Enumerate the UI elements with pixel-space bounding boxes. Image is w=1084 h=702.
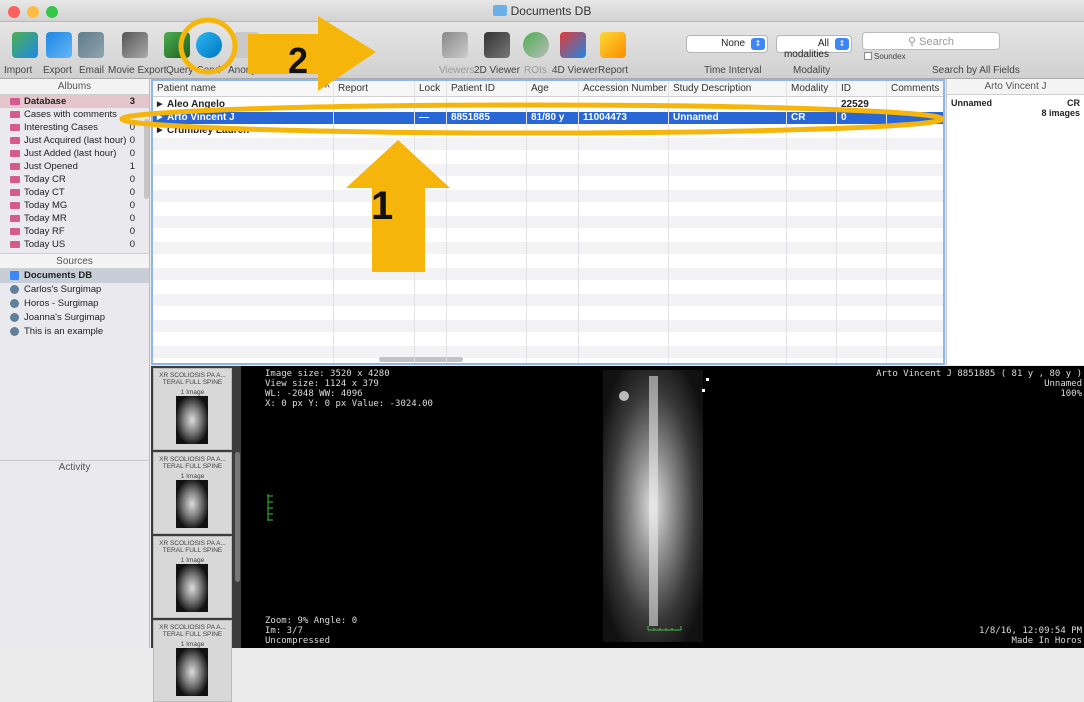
series-preview-image <box>176 648 208 696</box>
tutorial-annotations <box>119 16 945 272</box>
annotation-label-1: 1 <box>371 184 394 228</box>
arrow-1-icon <box>346 140 450 272</box>
send-highlight-circle <box>178 17 238 75</box>
annotation-label-2: 2 <box>288 40 309 81</box>
row-highlight-ellipse <box>119 102 945 136</box>
arrow-2-icon <box>248 16 376 91</box>
